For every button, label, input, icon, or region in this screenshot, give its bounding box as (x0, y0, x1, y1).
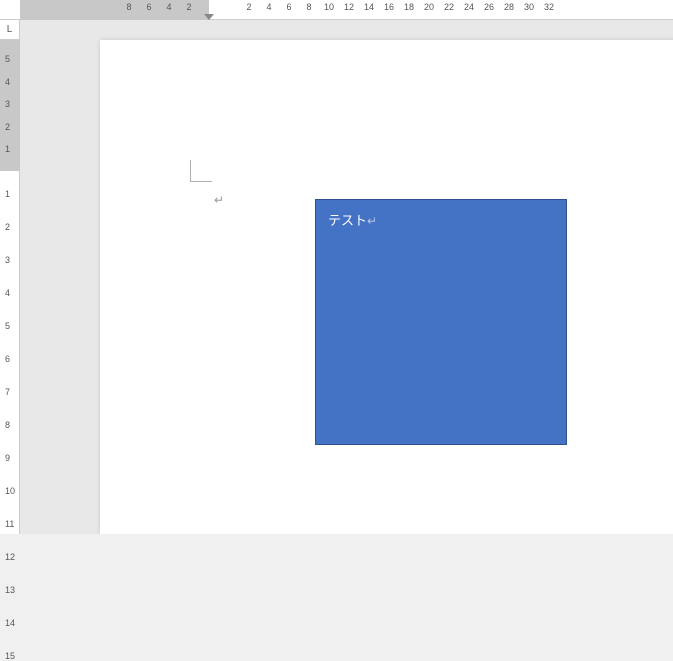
v-ruler-tick: 2 (5, 222, 10, 232)
h-ruler-tick: 20 (424, 2, 434, 12)
page[interactable]: ↵ テスト↵ (100, 40, 673, 534)
horizontal-ruler-margin (20, 0, 209, 20)
h-ruler-tick: 22 (444, 2, 454, 12)
v-ruler-tick: 15 (5, 651, 15, 661)
tab-type-selector[interactable]: L (0, 20, 20, 40)
v-ruler-tick: 11 (5, 519, 14, 529)
h-ruler-tick: 12 (344, 2, 354, 12)
v-ruler-tick: 13 (5, 585, 15, 595)
h-ruler-tick: 26 (484, 2, 494, 12)
margin-corner-mark-icon (190, 160, 212, 182)
v-ruler-tick: 7 (5, 387, 10, 397)
tab-type-icon: L (7, 24, 13, 35)
h-ruler-tick: 6 (286, 2, 291, 12)
v-ruler-tick: 5 (5, 54, 10, 64)
h-ruler-tick: 18 (404, 2, 414, 12)
v-ruler-tick: 5 (5, 321, 10, 331)
v-ruler-tick: 14 (5, 618, 15, 628)
v-ruler-tick: 2 (5, 122, 10, 132)
h-ruler-tick: 2 (246, 2, 251, 12)
horizontal-ruler[interactable]: 86422468101214161820222426283032 (0, 0, 673, 20)
h-ruler-tick: 28 (504, 2, 514, 12)
v-ruler-tick: 3 (5, 255, 10, 265)
v-ruler-tick: 1 (5, 189, 10, 199)
h-ruler-tick: 2 (186, 2, 191, 12)
h-ruler-tick: 4 (166, 2, 171, 12)
h-ruler-tick: 32 (544, 2, 554, 12)
document-canvas[interactable]: ↵ テスト↵ (20, 20, 673, 534)
h-ruler-tick: 14 (364, 2, 374, 12)
paragraph-mark-icon: ↵ (367, 214, 377, 228)
v-ruler-tick: 10 (5, 486, 15, 496)
h-ruler-tick: 6 (146, 2, 151, 12)
text-box-shape[interactable]: テスト↵ (315, 199, 567, 445)
v-ruler-tick: 3 (5, 99, 10, 109)
v-ruler-tick: 8 (5, 420, 10, 430)
h-ruler-tick: 24 (464, 2, 474, 12)
h-ruler-tick: 16 (384, 2, 394, 12)
h-ruler-tick: 4 (266, 2, 271, 12)
v-ruler-tick: 4 (5, 288, 10, 298)
shape-text[interactable]: テスト (328, 213, 367, 228)
v-ruler-tick: 6 (5, 354, 10, 364)
paragraph-mark-icon: ↵ (214, 193, 224, 207)
v-ruler-tick: 4 (5, 77, 10, 87)
vertical-ruler[interactable]: 54321123456789101112131415 (0, 40, 20, 534)
v-ruler-tick: 9 (5, 453, 10, 463)
h-ruler-tick: 8 (306, 2, 311, 12)
h-ruler-tick: 8 (126, 2, 131, 12)
v-ruler-tick: 1 (5, 144, 10, 154)
v-ruler-tick: 12 (5, 552, 15, 562)
h-ruler-tick: 30 (524, 2, 534, 12)
h-ruler-tick: 10 (324, 2, 334, 12)
